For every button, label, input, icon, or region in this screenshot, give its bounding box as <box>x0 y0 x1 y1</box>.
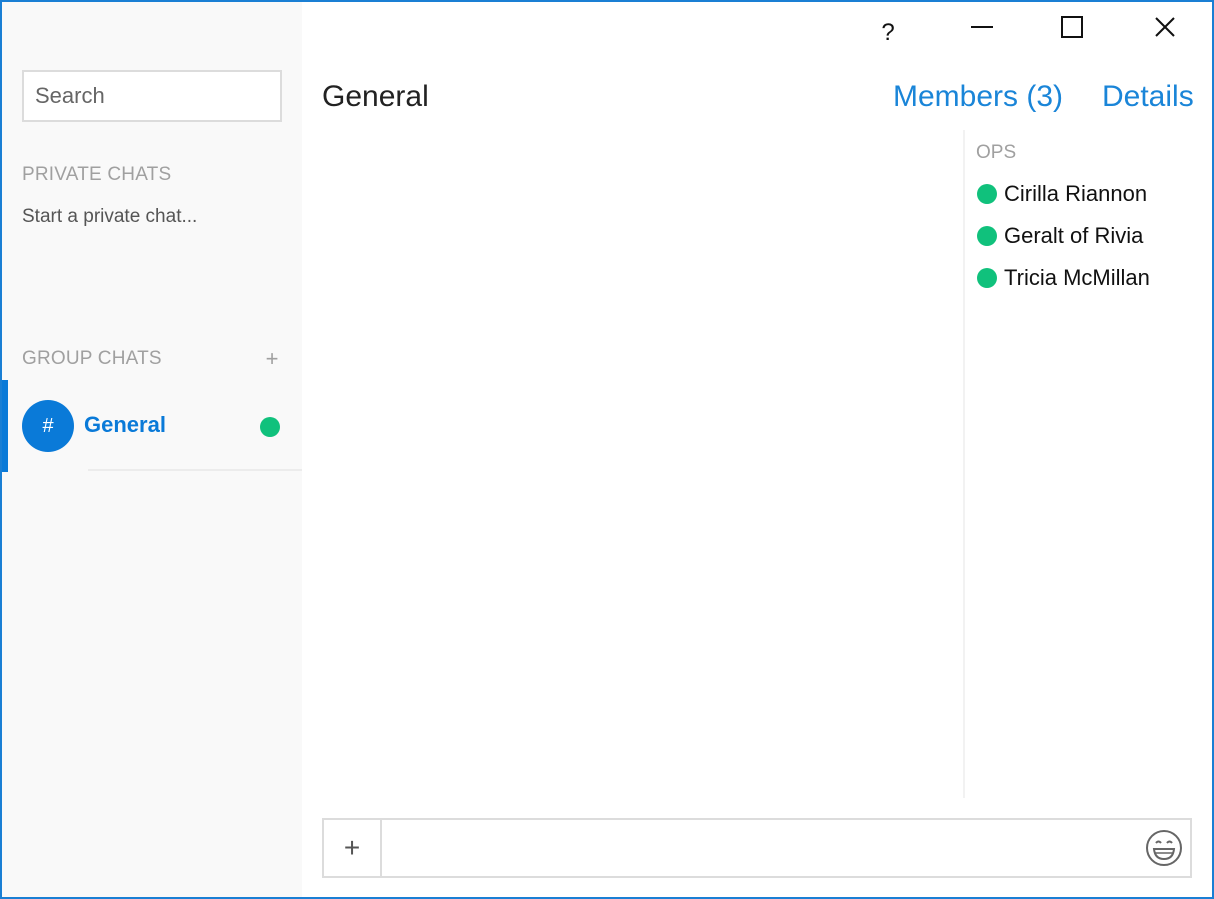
channel-hash-icon: # <box>22 400 74 452</box>
members-tab[interactable]: Members (3) <box>893 80 1063 114</box>
member-name: Geralt of Rivia <box>1004 223 1144 248</box>
sidebar: PRIVATE CHATS Start a private chat... GR… <box>2 2 302 897</box>
active-indicator <box>2 380 8 472</box>
minimize-icon <box>971 26 993 28</box>
minimize-button[interactable] <box>952 2 1012 52</box>
close-icon <box>1155 17 1175 37</box>
members-group-label: OPS <box>976 142 1017 163</box>
search-box[interactable] <box>22 70 282 122</box>
message-input[interactable] <box>384 820 1134 876</box>
member-name: Tricia McMillan <box>1004 265 1150 290</box>
message-composer: + <box>322 818 1192 878</box>
member-item[interactable]: Tricia McMillan <box>977 262 1150 294</box>
grinning-face-icon <box>1146 830 1182 866</box>
details-tab[interactable]: Details <box>1102 80 1194 114</box>
divider <box>88 469 302 471</box>
help-button[interactable]: ? <box>858 8 918 58</box>
online-status-dot <box>977 184 997 204</box>
start-private-chat-link[interactable]: Start a private chat... <box>22 206 197 228</box>
online-status-dot <box>977 226 997 246</box>
emoji-button[interactable] <box>1144 828 1184 868</box>
group-chat-item-general[interactable]: # General <box>2 380 302 472</box>
member-item[interactable]: Cirilla Riannon <box>977 178 1147 210</box>
private-chats-header: PRIVATE CHATS <box>22 164 172 185</box>
members-panel: OPS Cirilla Riannon Geralt of Rivia Tric… <box>963 130 1212 798</box>
channel-title: General <box>322 80 429 113</box>
maximize-button[interactable] <box>1042 2 1102 52</box>
close-button[interactable] <box>1135 2 1195 52</box>
member-name: Cirilla Riannon <box>1004 181 1148 206</box>
add-group-chat-button[interactable]: + <box>262 346 282 372</box>
online-status-dot <box>977 268 997 288</box>
member-item[interactable]: Geralt of Rivia <box>977 220 1143 252</box>
maximize-icon <box>1061 16 1083 38</box>
group-chat-name: General <box>84 412 166 437</box>
attach-button[interactable]: + <box>324 820 382 876</box>
search-input[interactable] <box>35 83 280 109</box>
online-status-dot <box>260 417 280 437</box>
group-chats-header: GROUP CHATS <box>22 348 162 369</box>
app-window: PRIVATE CHATS Start a private chat... GR… <box>0 0 1214 899</box>
